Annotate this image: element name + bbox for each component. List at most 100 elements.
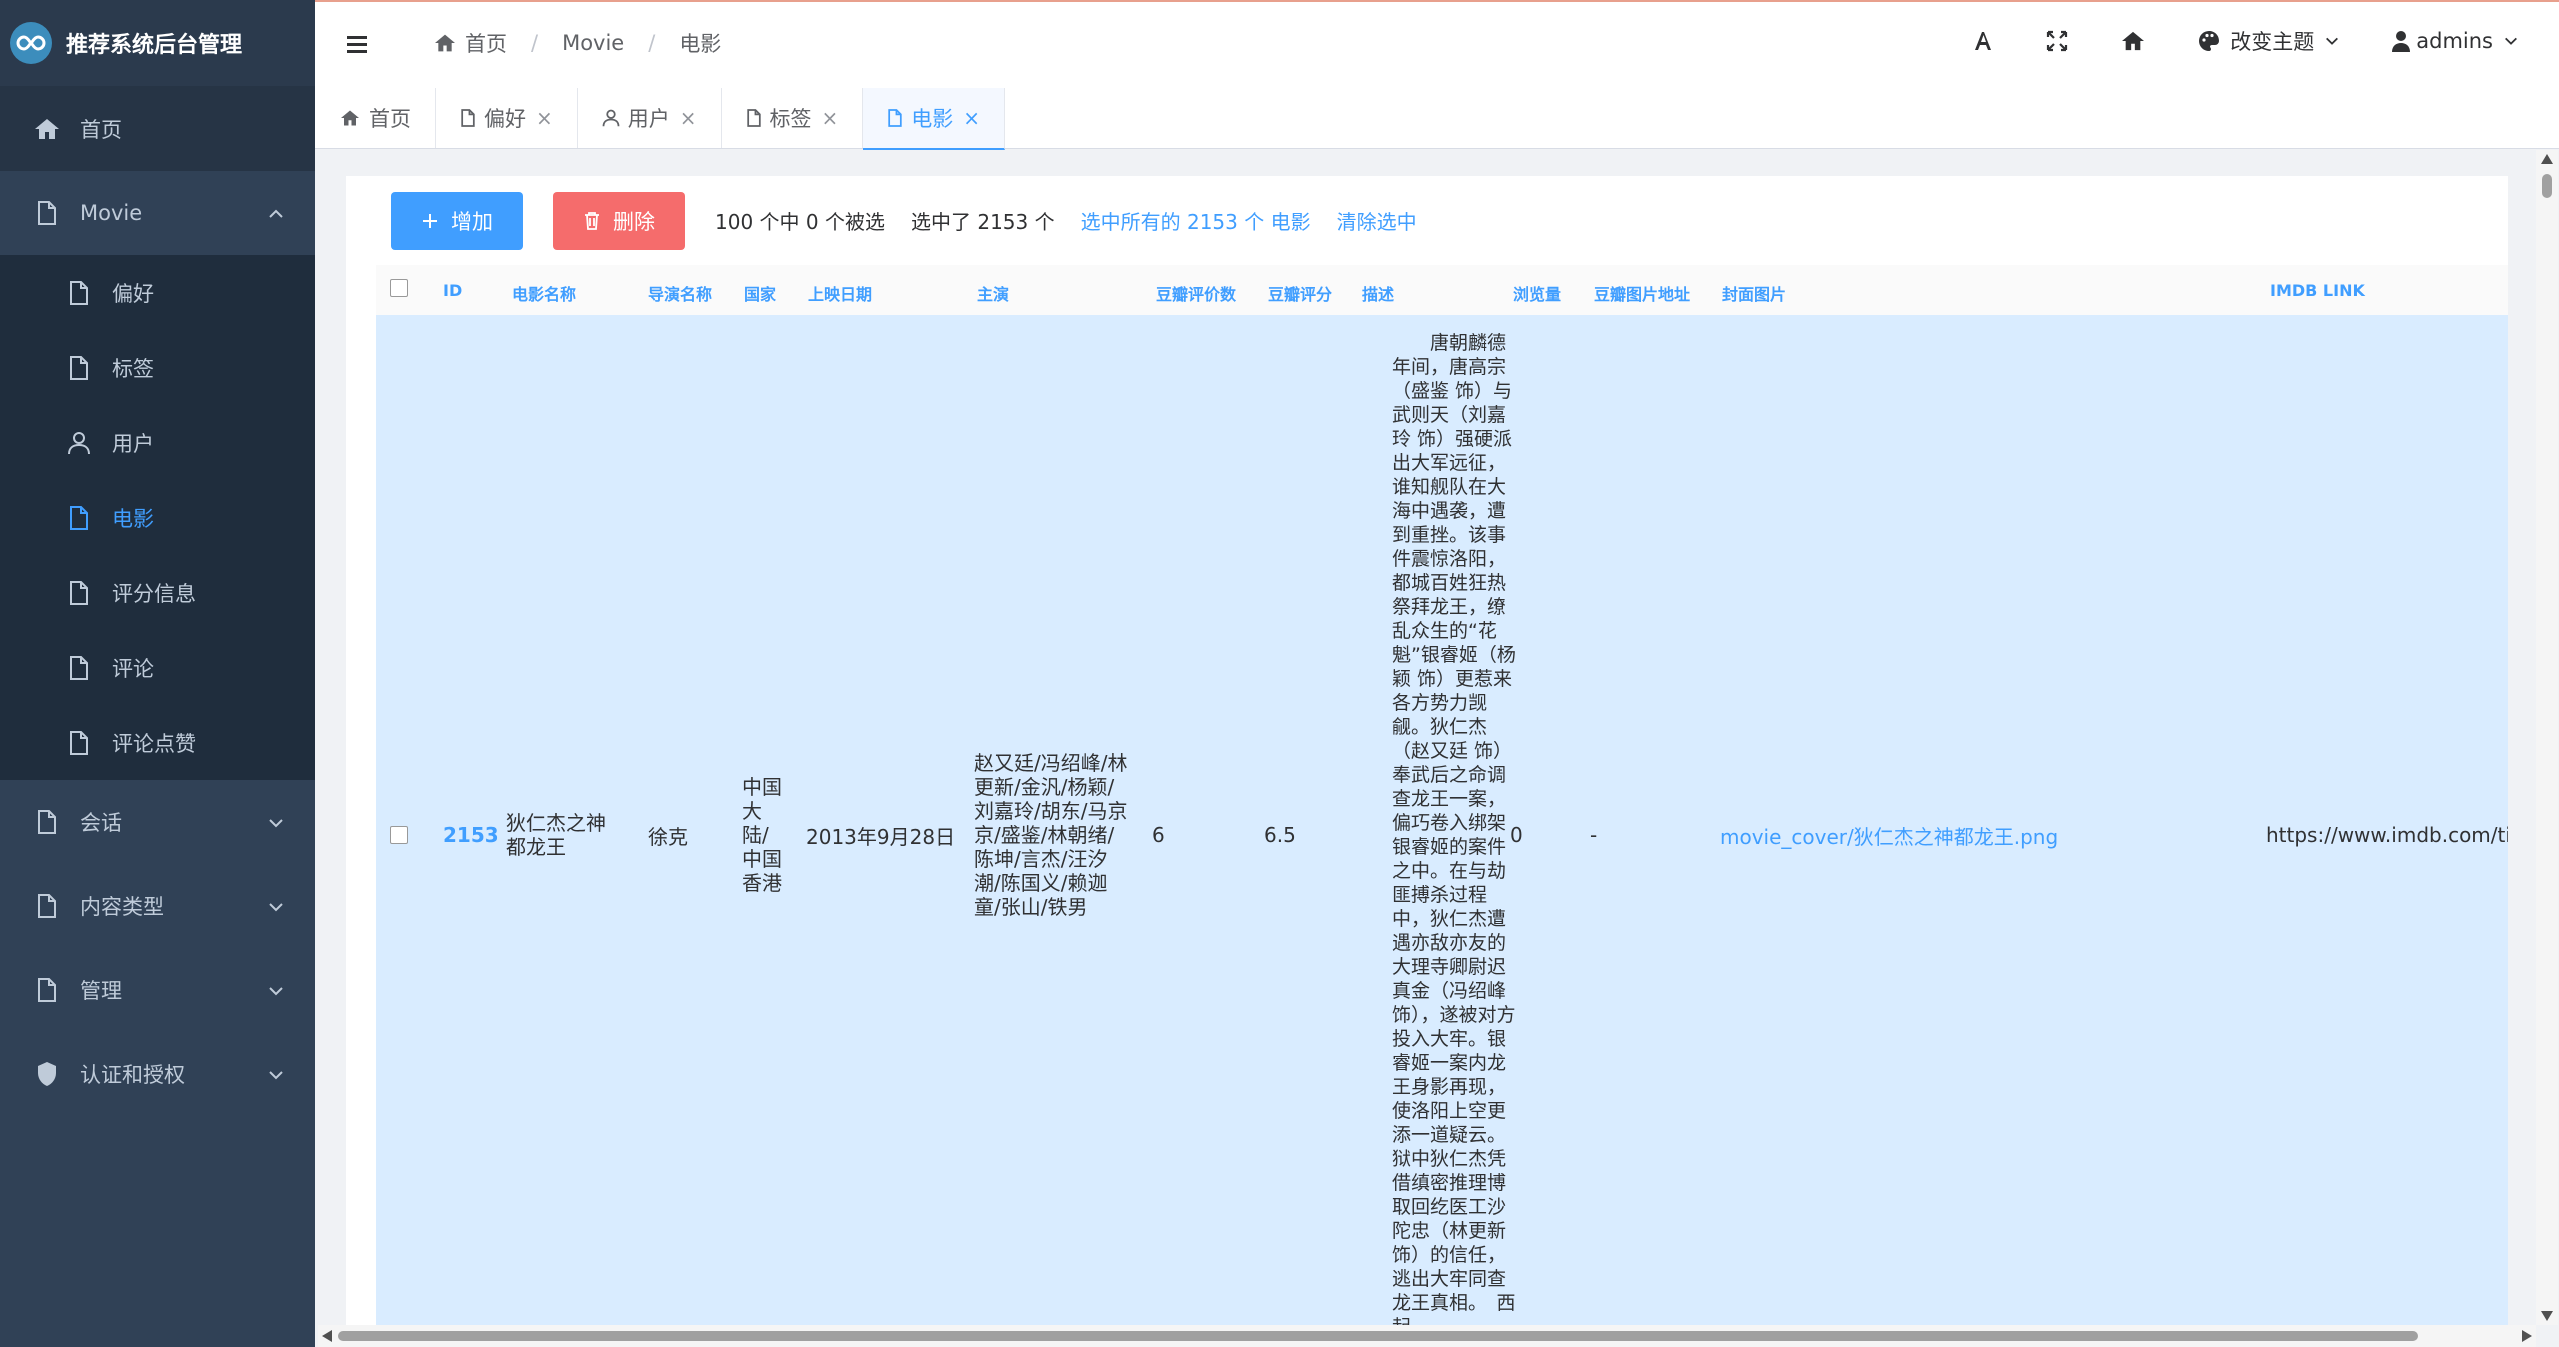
row-release-date: 2013年9月28日 <box>806 824 956 849</box>
selection-status: 100 个中 0 个被选 <box>715 210 885 234</box>
home-icon <box>32 114 62 144</box>
table-toolbar: 增加 删除 100 个中 0 个被选 选中了 2153 个 选中所有的 2153… <box>346 176 2508 265</box>
chevron-down-icon <box>267 897 285 915</box>
scroll-left-arrow[interactable] <box>322 1330 332 1342</box>
sidebar-group-auth[interactable]: 认证和授权 <box>0 1032 315 1116</box>
theme-dropdown[interactable]: 改变主题 <box>2198 26 2340 56</box>
file-icon <box>64 503 94 533</box>
column-header-release[interactable]: 上映日期 <box>808 281 872 305</box>
sidebar-item-preference[interactable]: 偏好 <box>0 255 315 330</box>
tab-movie[interactable]: 电影 × <box>863 88 1006 150</box>
scroll-right-arrow[interactable] <box>2522 1330 2532 1342</box>
sidebar-item-comment[interactable]: 评论 <box>0 630 315 705</box>
horizontal-scrollbar[interactable] <box>318 1325 2536 1347</box>
sidebar-group-session[interactable]: 会话 <box>0 780 315 864</box>
add-button[interactable]: 增加 <box>391 191 523 250</box>
chevron-down-icon <box>2324 33 2340 49</box>
row-id[interactable]: 2153 <box>443 315 499 1347</box>
sidebar-item-label: 评论 <box>112 656 154 681</box>
column-header-views[interactable]: 浏览量 <box>1513 281 1561 305</box>
plus-icon <box>421 212 439 230</box>
column-header-douban-img[interactable]: 豆瓣图片地址 <box>1594 281 1690 305</box>
scrollbar-thumb[interactable] <box>338 1331 2418 1341</box>
chevron-down-icon <box>2503 33 2519 49</box>
column-header-country[interactable]: 国家 <box>744 281 776 305</box>
user-icon <box>602 108 620 128</box>
column-header-rating[interactable]: 豆瓣评分 <box>1268 281 1332 305</box>
breadcrumb-home[interactable]: 首页 <box>465 28 507 58</box>
sidebar-item-label: 电影 <box>112 506 154 531</box>
chevron-down-icon <box>267 813 285 831</box>
breadcrumb: 首页 / Movie / 电影 <box>433 28 721 58</box>
sidebar-group-label: 认证和授权 <box>80 1063 185 1087</box>
column-header-rating-count[interactable]: 豆瓣评价数 <box>1156 281 1236 305</box>
close-icon[interactable]: × <box>963 106 980 130</box>
sidebar-item-comment-like[interactable]: 评论点赞 <box>0 705 315 780</box>
row-cover-link[interactable]: movie_cover/狄仁杰之神都龙王.png <box>1720 315 2058 1347</box>
breadcrumb-movie[interactable]: Movie <box>562 31 624 55</box>
column-header-imdb[interactable]: IMDB LINK <box>2270 281 2365 300</box>
sidebar-group-content-type[interactable]: 内容类型 <box>0 864 315 948</box>
user-icon <box>2392 30 2411 52</box>
column-header-description[interactable]: 描述 <box>1362 281 1394 305</box>
sidebar: 推荐系统后台管理 首页 Movie 偏好 标签 用户 电影 评分信息 评论 评论… <box>0 0 315 1347</box>
sidebar-item-label: 用户 <box>112 431 154 456</box>
sidebar-item-home[interactable]: 首页 <box>0 87 315 171</box>
column-header-actors[interactable]: 主演 <box>977 281 1009 305</box>
tab-user[interactable]: 用户 × <box>578 88 722 148</box>
breadcrumb-current: 电影 <box>679 32 722 56</box>
tab-label: 电影 <box>911 107 954 131</box>
tab-label: 用户 <box>627 107 670 131</box>
row-description: 唐朝麟德年间，唐高宗（盛鉴 饰）与武则天（刘嘉玲 饰）强硬派出大军远征，谁知舰队… <box>1392 332 1516 1338</box>
column-header-cover[interactable]: 封面图片 <box>1722 281 1786 305</box>
sidebar-item-movie[interactable]: 电影 <box>0 480 315 555</box>
tab-tag[interactable]: 标签 × <box>722 88 864 148</box>
column-header-name[interactable]: 电影名称 <box>512 281 576 305</box>
clear-selection-link[interactable]: 清除选中 <box>1337 206 1417 235</box>
close-icon[interactable]: × <box>536 106 553 130</box>
cell-actors: 赵又廷/冯绍峰/林更新/金汎/杨颖/刘嘉玲/胡东/马京京/盛鉴/林朝绪/陈坤/言… <box>974 315 1134 1347</box>
tab-home[interactable]: 首页 <box>315 88 436 148</box>
tab-label: 偏好 <box>484 107 526 131</box>
column-header-director[interactable]: 导演名称 <box>648 281 712 305</box>
sidebar-group-admin[interactable]: 管理 <box>0 948 315 1032</box>
sidebar-item-user[interactable]: 用户 <box>0 405 315 480</box>
sidebar-item-label: 标签 <box>112 356 154 381</box>
delete-button[interactable]: 删除 <box>553 191 685 250</box>
table-header: ID 电影名称 导演名称 国家 上映日期 主演 豆瓣评价数 豆瓣评分 描述 浏览… <box>376 265 2508 316</box>
row-checkbox[interactable] <box>390 315 408 1347</box>
column-header-id[interactable]: ID <box>443 281 462 300</box>
file-icon <box>887 108 903 128</box>
sidebar-submenu-movie: 偏好 标签 用户 电影 评分信息 评论 评论点赞 <box>0 255 315 780</box>
fullscreen-icon[interactable] <box>2046 30 2068 52</box>
sidebar-group-label: Movie <box>80 201 143 225</box>
sidebar-item-tag[interactable]: 标签 <box>0 330 315 405</box>
table-row[interactable]: 2153 狄仁杰之神都龙王 徐克 中国大陆/中国香港 2013年9月28日 赵又… <box>376 315 2508 1347</box>
vertical-scrollbar[interactable] <box>2536 150 2558 1325</box>
row-imdb-link[interactable]: https://www.imdb.com/title/tt2992 <box>2266 315 2508 1347</box>
hamburger-icon[interactable] <box>347 34 371 56</box>
select-all-link[interactable]: 选中所有的 2153 个 电影 <box>1081 206 1311 235</box>
row-rating-count: 6 <box>1152 823 1165 847</box>
font-size-icon[interactable] <box>1972 30 1994 52</box>
file-icon <box>746 108 762 128</box>
sidebar-item-rating[interactable]: 评分信息 <box>0 555 315 630</box>
cell-name: 狄仁杰之神都龙王 <box>506 315 618 1347</box>
scroll-up-arrow[interactable] <box>2541 154 2553 164</box>
theme-label: 改变主题 <box>2230 30 2315 54</box>
scrollbar-thumb[interactable] <box>2542 174 2552 198</box>
select-all-checkbox[interactable] <box>390 279 408 297</box>
close-icon[interactable]: × <box>822 106 839 130</box>
file-icon <box>32 975 62 1005</box>
scroll-down-arrow[interactable] <box>2541 1311 2553 1321</box>
close-icon[interactable]: × <box>680 106 697 130</box>
sidebar-item-label: 评论点赞 <box>112 731 196 756</box>
sidebar-group-movie[interactable]: Movie <box>0 171 315 255</box>
home-icon <box>433 33 457 53</box>
tab-preference[interactable]: 偏好 × <box>436 88 578 148</box>
file-icon <box>32 807 62 837</box>
sidebar-brand[interactable]: 推荐系统后台管理 <box>0 0 315 87</box>
user-dropdown[interactable]: admins <box>2392 29 2519 53</box>
row-director: 徐克 <box>648 824 688 849</box>
home-icon[interactable] <box>2120 30 2146 52</box>
